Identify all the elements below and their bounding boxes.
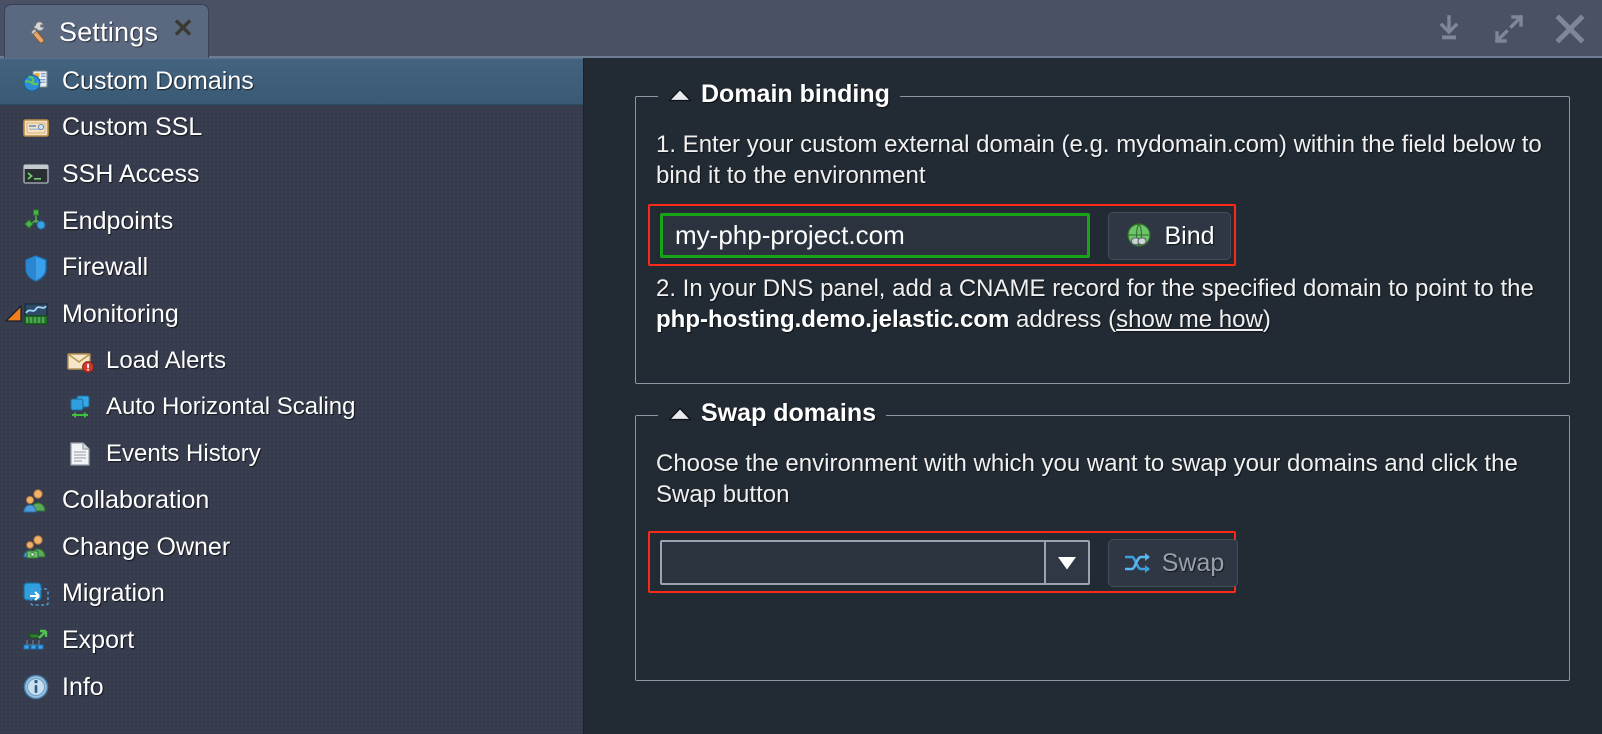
sidebar-item-label: Custom Domains <box>62 66 254 95</box>
sidebar-item-label: Collaboration <box>62 486 210 515</box>
step2-prefix: 2. In your DNS panel, add a CNAME record… <box>656 275 1534 302</box>
migration-arrow-icon <box>23 582 49 606</box>
domain-binding-title: Domain binding <box>701 80 890 108</box>
sidebar-item-change-owner[interactable]: Change Owner <box>0 524 583 571</box>
tab-close-icon[interactable]: ✕ <box>172 15 194 41</box>
tree-expanded-triangle-icon[interactable] <box>3 303 25 325</box>
bind-button-label: Bind <box>1164 221 1215 250</box>
sidebar-item-label: Change Owner <box>62 532 231 561</box>
sidebar-item-ssh-access[interactable]: SSH Access <box>0 151 583 198</box>
export-upload-icon <box>23 630 48 650</box>
chevron-down-icon[interactable] <box>1044 542 1088 583</box>
main-content: Domain binding 1. Enter your custom exte… <box>597 58 1602 734</box>
step2-suffix: ) <box>1262 306 1271 333</box>
domain-binding-step2: 2. In your DNS panel, add a CNAME record… <box>656 273 1551 335</box>
custom-domain-input[interactable] <box>660 213 1090 258</box>
environment-select[interactable] <box>660 540 1090 585</box>
sidebar-item-label: Endpoints <box>62 206 174 235</box>
info-circle-icon <box>23 674 49 700</box>
sidebar-item-auto-horizontal-scaling[interactable]: Auto Horizontal Scaling <box>0 384 583 431</box>
chart-basket-icon <box>24 303 48 325</box>
triangle-up-icon <box>668 407 692 420</box>
sidebar-item-label: Monitoring <box>62 299 179 328</box>
sidebar-item-info[interactable]: Info <box>0 664 583 711</box>
swap-domains-panel: Swap domains Choose the environment with… <box>635 399 1570 681</box>
sidebar-item-firewall[interactable]: Firewall <box>0 244 583 291</box>
environment-select-value <box>662 542 1044 583</box>
cname-target: php-hosting.demo.jelastic.com <box>656 306 1010 333</box>
certificate-icon <box>23 119 49 137</box>
domain-binding-legend[interactable]: Domain binding <box>658 80 900 109</box>
tab-label: Settings <box>59 17 159 47</box>
triangle-up-icon <box>668 88 692 101</box>
swap-domains-description: Choose the environment with which you wa… <box>656 450 1518 508</box>
bind-button[interactable]: Bind <box>1108 212 1231 260</box>
swap-domains-title: Swap domains <box>701 399 877 427</box>
sidebar-item-label: Events History <box>106 440 261 468</box>
sidebar-item-monitoring[interactable]: Monitoring <box>0 291 583 338</box>
shield-icon <box>25 254 47 282</box>
sidebar-item-endpoints[interactable]: Endpoints <box>0 198 583 245</box>
settings-window: Settings ✕ Custom Domains Custom SSL SSH A… <box>0 0 1602 734</box>
document-icon <box>70 442 90 466</box>
domain-binding-panel: Domain binding 1. Enter your custom exte… <box>635 80 1570 384</box>
sidebar-item-custom-ssl[interactable]: Custom SSL <box>0 105 583 152</box>
sidebar-item-label: Migration <box>62 579 165 608</box>
swap-button[interactable]: Swap <box>1108 539 1238 587</box>
sidebar-item-migration[interactable]: Migration <box>0 571 583 618</box>
sidebar-divider <box>583 58 597 734</box>
envelope-alert-icon <box>67 353 94 373</box>
globe-link-icon <box>1127 223 1152 247</box>
sidebar-item-export[interactable]: Export <box>0 617 583 664</box>
domain-binding-step1: 1. Enter your custom external domain (e.… <box>656 131 1542 189</box>
sidebar-item-label: Firewall <box>62 253 149 282</box>
window-controls <box>1432 8 1588 50</box>
sidebar-item-label: Custom SSL <box>62 113 203 142</box>
sidebar-item-load-alerts[interactable]: Load Alerts <box>0 338 583 385</box>
users-group-icon <box>23 488 46 513</box>
sidebar-item-label: Export <box>62 625 135 654</box>
sidebar-item-custom-domains[interactable]: Custom Domains <box>0 58 583 105</box>
minimize-download-icon[interactable] <box>1432 12 1466 46</box>
user-money-icon <box>23 535 46 559</box>
swap-button-label: Swap <box>1161 548 1225 577</box>
sidebar-item-label: Load Alerts <box>106 346 227 374</box>
terminal-icon <box>23 164 49 185</box>
sidebar-item-label: Info <box>62 672 104 701</box>
scaling-nodes-icon <box>70 395 90 419</box>
window-titlebar: Settings ✕ <box>0 0 1602 60</box>
show-me-how-link[interactable]: show me how <box>1116 306 1263 333</box>
close-x-icon[interactable] <box>1552 11 1588 47</box>
endpoints-nodes-icon <box>24 209 46 230</box>
globe-window-icon <box>23 70 48 92</box>
sidebar-item-label: SSH Access <box>62 159 200 188</box>
settings-sidebar: Custom Domains Custom SSL SSH Access Endpoi… <box>0 58 583 734</box>
expand-diagonal-arrows-icon[interactable] <box>1492 12 1526 46</box>
swap-domains-legend[interactable]: Swap domains <box>658 399 887 428</box>
sidebar-item-events-history[interactable]: Events History <box>0 431 583 478</box>
swap-arrows-icon <box>1124 553 1150 573</box>
wrench-screwdriver-icon <box>30 20 45 43</box>
sidebar-item-label: Auto Horizontal Scaling <box>106 393 356 421</box>
step2-middle: address ( <box>1009 306 1117 333</box>
tab-settings[interactable]: Settings ✕ <box>4 4 209 60</box>
sidebar-item-collaboration[interactable]: Collaboration <box>0 477 583 524</box>
